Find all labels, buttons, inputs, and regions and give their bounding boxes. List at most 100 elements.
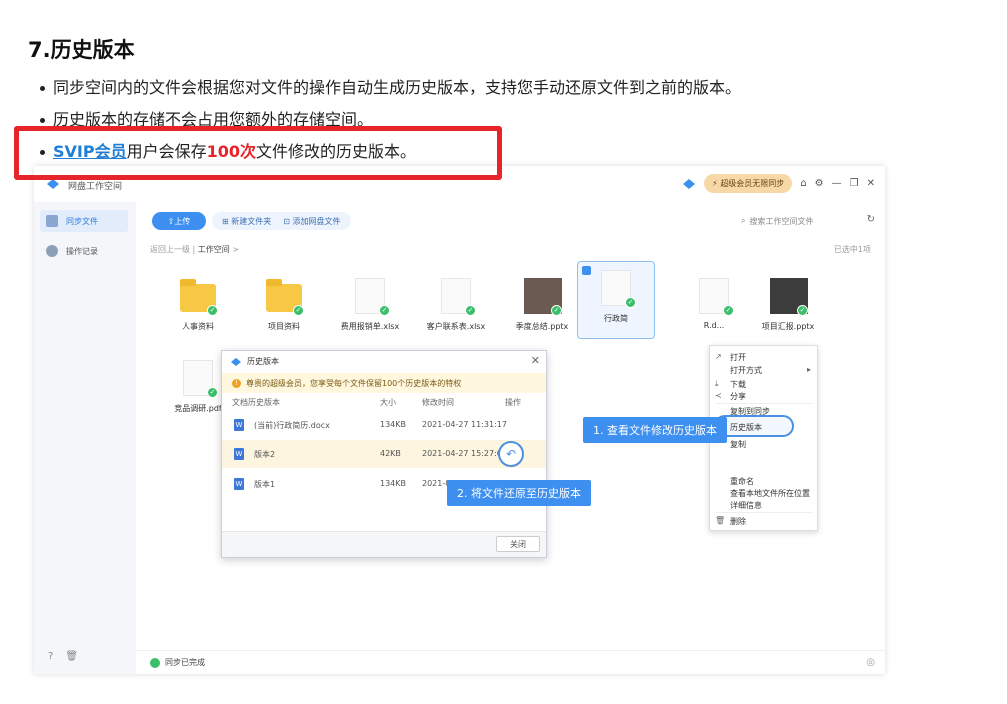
version-time: 2021-04-27 11:31:17: [422, 420, 507, 429]
menu-item-copy[interactable]: 复制: [730, 439, 746, 450]
upload-button[interactable]: ⇧ 上传: [152, 212, 206, 230]
bullet-text: 同步空间内的文件会根据您对文件的操作自动生成历史版本，支持您手动还原文件到之前的…: [53, 78, 742, 97]
sidebar-item-label: 同步文件: [66, 216, 98, 226]
gear-icon[interactable]: ⚙: [815, 178, 824, 189]
version-size: 134KB: [380, 479, 407, 488]
main-panel: ⇧ 上传 ⊞ 新建文件夹 ⊡ 添加网盘文件 ⌕ 搜索工作空间文件 ↻ 返回上一级 …: [136, 202, 885, 674]
bullet-dot: [40, 86, 45, 91]
search-placeholder: 搜索工作空间文件: [749, 216, 814, 226]
file-item[interactable]: ✓ 项目资料: [246, 276, 322, 332]
search-input[interactable]: ⌕ 搜索工作空间文件: [741, 212, 849, 230]
sidebar-item-activity[interactable]: 操作记录: [40, 240, 128, 262]
file-item[interactable]: ✓ 客户联系表.xlsx: [418, 276, 494, 332]
version-count: 100次: [206, 142, 257, 161]
shirt-icon[interactable]: ⌂: [800, 178, 806, 189]
table-header: 文档历史版本 大小 修改时间 操作: [222, 397, 546, 411]
file-item-selected[interactable]: ✓ 行政简: [577, 261, 655, 339]
settings-icon[interactable]: ◎: [866, 657, 875, 668]
history-dialog: 历史版本 ✕ ! 尊贵的超级会员，您享受每个文件保留100个历史版本的特权 文档历…: [221, 350, 547, 558]
maximize-icon[interactable]: ❐: [850, 178, 859, 189]
menu-item-share[interactable]: 分享: [730, 391, 746, 402]
file-name: R.d...: [703, 321, 725, 330]
svip-link[interactable]: SVIP会员: [53, 142, 127, 161]
close-button[interactable]: 关闭: [496, 536, 540, 552]
clock-icon: [46, 245, 58, 257]
trash-icon[interactable]: 🗑: [65, 651, 78, 662]
menu-item-rename[interactable]: 重命名: [730, 476, 754, 487]
word-file-icon: W: [234, 478, 244, 490]
dialog-title-text: 历史版本: [247, 357, 279, 366]
pptx-file-icon: ✓: [768, 276, 808, 316]
breadcrumb-current[interactable]: 工作空间: [198, 245, 230, 254]
vip-button-label: 超级会员无限同步: [720, 179, 785, 188]
menu-item-details[interactable]: 详细信息: [730, 500, 762, 511]
menu-item-open[interactable]: 打开: [730, 352, 746, 363]
close-icon[interactable]: ✕: [531, 354, 540, 367]
menu-item-download[interactable]: 下载: [730, 379, 746, 390]
word-file-icon: W: [234, 419, 244, 431]
refresh-icon[interactable]: ↻: [867, 214, 875, 225]
file-item[interactable]: ✓ 季度总结.pptx: [504, 276, 580, 332]
menu-item-history[interactable]: 历史版本: [730, 422, 762, 433]
xlsx-file-icon: ✓: [350, 276, 390, 316]
xlsx-file-icon: ✓: [436, 276, 476, 316]
page-heading: 7.历史版本: [28, 38, 135, 62]
banner-text: 尊贵的超级会员，您享受每个文件保留100个历史版本的特权: [246, 378, 462, 388]
synced-check-icon: ✓: [551, 305, 562, 316]
file-name: 费用报销单.xlsx: [340, 322, 400, 331]
column-header: 大小: [380, 398, 396, 407]
search-icon: ⌕: [741, 216, 746, 225]
synced-check-icon: ✓: [625, 297, 636, 308]
file-name: 项目资料: [268, 322, 300, 331]
version-time: 2021-04-27 15:27:06: [422, 449, 507, 458]
version-name: 版本2: [254, 450, 276, 459]
brand-icon: [683, 178, 696, 189]
sync-ok-icon: [150, 657, 160, 668]
menu-item-delete[interactable]: 删除: [730, 516, 746, 527]
new-folder-button[interactable]: ⊞ 新建文件夹: [222, 216, 271, 227]
file-item[interactable]: ✓ 费用报销单.xlsx: [332, 276, 408, 332]
close-icon[interactable]: ✕: [867, 178, 875, 189]
column-header: 文档历史版本: [232, 398, 280, 407]
menu-item-show-local[interactable]: 查看本地文件所在位置: [730, 488, 810, 499]
docx-file-icon: ✓: [596, 268, 636, 308]
folder-icon: ✓: [178, 276, 218, 316]
table-row[interactable]: W (当前)行政简历.docx 134KB 2021-04-27 11:31:1…: [222, 411, 546, 439]
selected-checkbox[interactable]: [582, 266, 591, 275]
file-name: 季度总结.pptx: [515, 322, 569, 331]
table-row[interactable]: W 版本2 42KB 2021-04-27 15:27:06 ↶: [222, 440, 546, 468]
title-bar-controls: ⚡ 超级会员无限同步 ⌂ ⚙ — ❐ ✕: [682, 174, 875, 193]
vip-button[interactable]: ⚡ 超级会员无限同步: [704, 174, 793, 193]
folder-icon: [46, 215, 58, 227]
version-size: 134KB: [380, 420, 407, 429]
add-files-button[interactable]: ⊡ 添加网盘文件: [283, 216, 340, 227]
file-name: 行政简: [604, 314, 628, 323]
dialog-title: 历史版本: [230, 356, 279, 367]
app-logo-icon: [231, 357, 241, 366]
synced-check-icon: ✓: [379, 305, 390, 316]
new-folder-label: 新建文件夹: [231, 216, 272, 226]
menu-divider: [716, 403, 813, 404]
app-window: 网盘工作空间 ⚡ 超级会员无限同步 ⌂ ⚙ — ❐ ✕ 同步文件 操作记录 ? …: [34, 166, 885, 674]
file-item[interactable]: ✓ 人事资料: [160, 276, 236, 332]
breadcrumb-back[interactable]: 返回上一级: [150, 245, 190, 254]
menu-item-open-with[interactable]: 打开方式: [730, 365, 762, 376]
toolbar: ⊞ 新建文件夹 ⊡ 添加网盘文件: [212, 212, 351, 230]
sidebar-item-sync-files[interactable]: 同步文件: [40, 210, 128, 232]
file-item[interactable]: ✓ 项目汇报.pptx: [750, 276, 826, 332]
folder-icon: ✓: [264, 276, 304, 316]
bullet-history-auto: 同步空间内的文件会根据您对文件的操作自动生成历史版本，支持您手动还原文件到之前的…: [40, 74, 741, 98]
restore-icon[interactable]: ↶: [498, 441, 524, 467]
share-icon: ≺: [715, 391, 722, 400]
minimize-icon[interactable]: —: [832, 178, 842, 189]
version-name: 版本1: [254, 480, 276, 489]
bullet-text: 文件修改的历史版本。: [256, 142, 417, 161]
synced-check-icon: ✓: [465, 305, 476, 316]
status-bar: 同步已完成 ◎: [136, 650, 885, 674]
column-header: 修改时间: [422, 398, 454, 407]
callout-view-history: 1. 查看文件修改历史版本: [583, 417, 727, 443]
file-item[interactable]: ✓ R.d...: [676, 276, 752, 330]
version-name: (当前)行政简历.docx: [254, 421, 330, 430]
pptx-file-icon: ✓: [522, 276, 562, 316]
help-icon[interactable]: ?: [48, 651, 53, 662]
